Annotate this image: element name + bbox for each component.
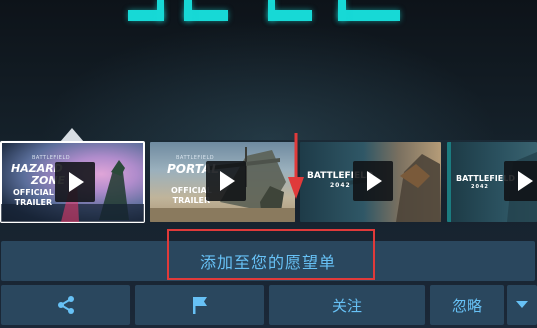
thumbnail-title: 2042 [471,184,489,190]
logo-fragment [338,10,400,21]
play-icon[interactable] [206,161,246,201]
logo-fragment [338,0,346,21]
share-icon [57,296,74,314]
annotation-arrow-icon [288,133,304,199]
play-icon[interactable] [504,161,537,201]
ignore-button[interactable]: 忽略 [430,285,504,325]
logo-fragment [157,0,164,21]
follow-label: 关注 [331,296,362,315]
selection-pointer [60,128,84,142]
add-to-wishlist-label: 添加至您的愿望单 [199,253,336,272]
hero-banner [0,0,537,140]
game-store-page: BATTLEFIELD HAZARD ZONE OFFICIAL TRAILER… [0,0,537,328]
follow-button[interactable]: 关注 [269,285,425,325]
thumbnail-battlefield-2042-screenshot[interactable]: BATTLEFIELD 2042 [447,142,537,222]
play-icon[interactable] [353,161,393,201]
more-options-dropdown-button[interactable] [507,285,537,325]
thumbnail-tag: OFFICIAL TRAILER [13,188,54,208]
media-thumbnail-strip[interactable]: BATTLEFIELD HAZARD ZONE OFFICIAL TRAILER… [0,141,537,224]
chevron-down-icon [516,301,528,308]
share-button[interactable] [1,285,130,325]
thumbnail-battlefield-2042-screenshot[interactable]: BATTLEFIELD 2042 [300,142,441,222]
thumbnail-portal-trailer[interactable]: BATTLEFIELD PORTAL OFFICIAL TRAILER [150,142,295,222]
flag-icon [192,297,207,314]
thumbnail-title: 2042 [330,182,351,189]
ignore-label: 忽略 [451,296,482,315]
thumbnail-brand: BATTLEFIELD [32,155,71,161]
add-to-wishlist-button[interactable]: 添加至您的愿望单 [1,241,535,281]
thumbnail-hazard-zone-trailer[interactable]: BATTLEFIELD HAZARD ZONE OFFICIAL TRAILER [0,141,145,223]
thumbnail-tag-line: OFFICIAL [13,188,54,197]
report-flag-button[interactable] [135,285,264,325]
logo-fragment [184,0,192,21]
thumbnail-tag-line: TRAILER [14,198,53,207]
logo-fragment [268,10,312,21]
play-icon[interactable] [55,162,95,202]
